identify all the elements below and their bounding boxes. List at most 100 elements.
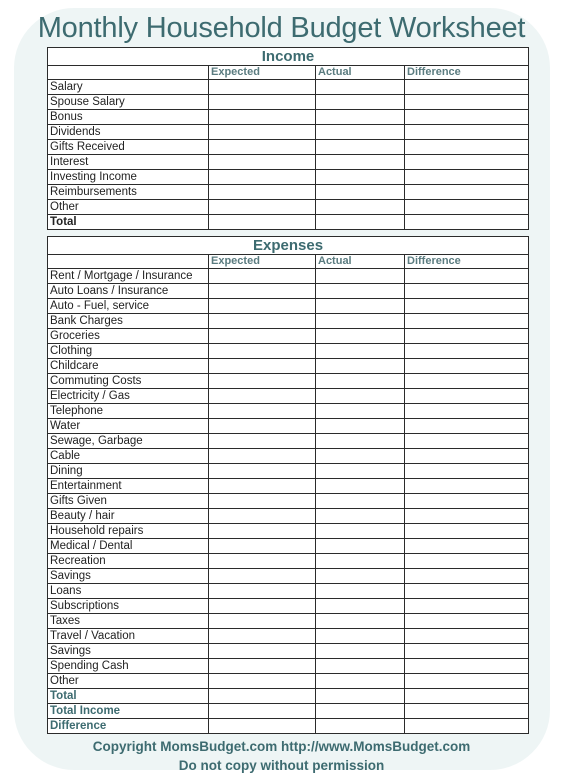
expected-cell[interactable]	[208, 79, 316, 95]
difference-cell[interactable]	[403, 508, 530, 524]
difference-cell[interactable]	[403, 388, 530, 404]
actual-cell[interactable]	[315, 658, 405, 674]
expected-cell[interactable]	[208, 298, 316, 314]
expected-cell[interactable]	[208, 493, 316, 509]
difference-cell[interactable]	[403, 643, 530, 659]
actual-cell[interactable]	[315, 538, 405, 554]
difference-cell[interactable]	[403, 418, 530, 434]
actual-cell[interactable]	[315, 388, 405, 404]
actual-cell[interactable]	[315, 343, 405, 359]
difference-cell[interactable]	[403, 94, 530, 110]
expected-cell[interactable]	[208, 718, 316, 734]
actual-cell[interactable]	[315, 448, 405, 464]
actual-cell[interactable]	[315, 79, 405, 95]
actual-cell[interactable]	[315, 214, 405, 230]
difference-cell[interactable]	[403, 613, 530, 629]
actual-cell[interactable]	[315, 418, 405, 434]
actual-cell[interactable]	[315, 673, 405, 689]
difference-cell[interactable]	[403, 109, 530, 125]
expected-cell[interactable]	[208, 433, 316, 449]
difference-cell[interactable]	[403, 139, 530, 155]
difference-cell[interactable]	[403, 343, 530, 359]
actual-cell[interactable]	[315, 598, 405, 614]
expected-cell[interactable]	[208, 658, 316, 674]
expected-cell[interactable]	[208, 169, 316, 185]
expected-cell[interactable]	[208, 328, 316, 344]
expected-cell[interactable]	[208, 343, 316, 359]
expected-cell[interactable]	[208, 124, 316, 140]
expected-cell[interactable]	[208, 283, 316, 299]
difference-cell[interactable]	[403, 673, 530, 689]
difference-cell[interactable]	[403, 628, 530, 644]
difference-cell[interactable]	[403, 658, 530, 674]
actual-cell[interactable]	[315, 403, 405, 419]
actual-cell[interactable]	[315, 169, 405, 185]
actual-cell[interactable]	[315, 703, 405, 719]
actual-cell[interactable]	[315, 124, 405, 140]
actual-cell[interactable]	[315, 493, 405, 509]
difference-cell[interactable]	[403, 403, 530, 419]
expected-cell[interactable]	[208, 598, 316, 614]
actual-cell[interactable]	[315, 139, 405, 155]
difference-cell[interactable]	[403, 79, 530, 95]
difference-cell[interactable]	[403, 283, 530, 299]
expected-cell[interactable]	[208, 268, 316, 284]
expected-cell[interactable]	[208, 673, 316, 689]
actual-cell[interactable]	[315, 358, 405, 374]
expected-cell[interactable]	[208, 358, 316, 374]
actual-cell[interactable]	[315, 628, 405, 644]
actual-cell[interactable]	[315, 463, 405, 479]
actual-cell[interactable]	[315, 718, 405, 734]
difference-cell[interactable]	[403, 373, 530, 389]
expected-cell[interactable]	[208, 703, 316, 719]
difference-cell[interactable]	[403, 268, 530, 284]
difference-cell[interactable]	[403, 433, 530, 449]
difference-cell[interactable]	[403, 298, 530, 314]
difference-cell[interactable]	[403, 553, 530, 569]
actual-cell[interactable]	[315, 613, 405, 629]
expected-cell[interactable]	[208, 313, 316, 329]
difference-cell[interactable]	[403, 358, 530, 374]
difference-cell[interactable]	[403, 688, 530, 704]
expected-cell[interactable]	[208, 403, 316, 419]
actual-cell[interactable]	[315, 508, 405, 524]
actual-cell[interactable]	[315, 313, 405, 329]
expected-cell[interactable]	[208, 199, 316, 215]
expected-cell[interactable]	[208, 523, 316, 539]
expected-cell[interactable]	[208, 388, 316, 404]
expected-cell[interactable]	[208, 184, 316, 200]
actual-cell[interactable]	[315, 94, 405, 110]
difference-cell[interactable]	[403, 199, 530, 215]
expected-cell[interactable]	[208, 154, 316, 170]
actual-cell[interactable]	[315, 184, 405, 200]
difference-cell[interactable]	[403, 214, 530, 230]
difference-cell[interactable]	[403, 184, 530, 200]
expected-cell[interactable]	[208, 109, 316, 125]
expected-cell[interactable]	[208, 583, 316, 599]
expected-cell[interactable]	[208, 94, 316, 110]
actual-cell[interactable]	[315, 553, 405, 569]
difference-cell[interactable]	[403, 124, 530, 140]
difference-cell[interactable]	[403, 463, 530, 479]
expected-cell[interactable]	[208, 508, 316, 524]
actual-cell[interactable]	[315, 109, 405, 125]
actual-cell[interactable]	[315, 268, 405, 284]
difference-cell[interactable]	[403, 568, 530, 584]
expected-cell[interactable]	[208, 448, 316, 464]
difference-cell[interactable]	[403, 718, 530, 734]
expected-cell[interactable]	[208, 463, 316, 479]
actual-cell[interactable]	[315, 643, 405, 659]
difference-cell[interactable]	[403, 493, 530, 509]
difference-cell[interactable]	[403, 328, 530, 344]
difference-cell[interactable]	[403, 169, 530, 185]
expected-cell[interactable]	[208, 538, 316, 554]
expected-cell[interactable]	[208, 214, 316, 230]
difference-cell[interactable]	[403, 478, 530, 494]
actual-cell[interactable]	[315, 583, 405, 599]
actual-cell[interactable]	[315, 568, 405, 584]
actual-cell[interactable]	[315, 298, 405, 314]
difference-cell[interactable]	[403, 598, 530, 614]
difference-cell[interactable]	[403, 523, 530, 539]
difference-cell[interactable]	[403, 538, 530, 554]
difference-cell[interactable]	[403, 154, 530, 170]
